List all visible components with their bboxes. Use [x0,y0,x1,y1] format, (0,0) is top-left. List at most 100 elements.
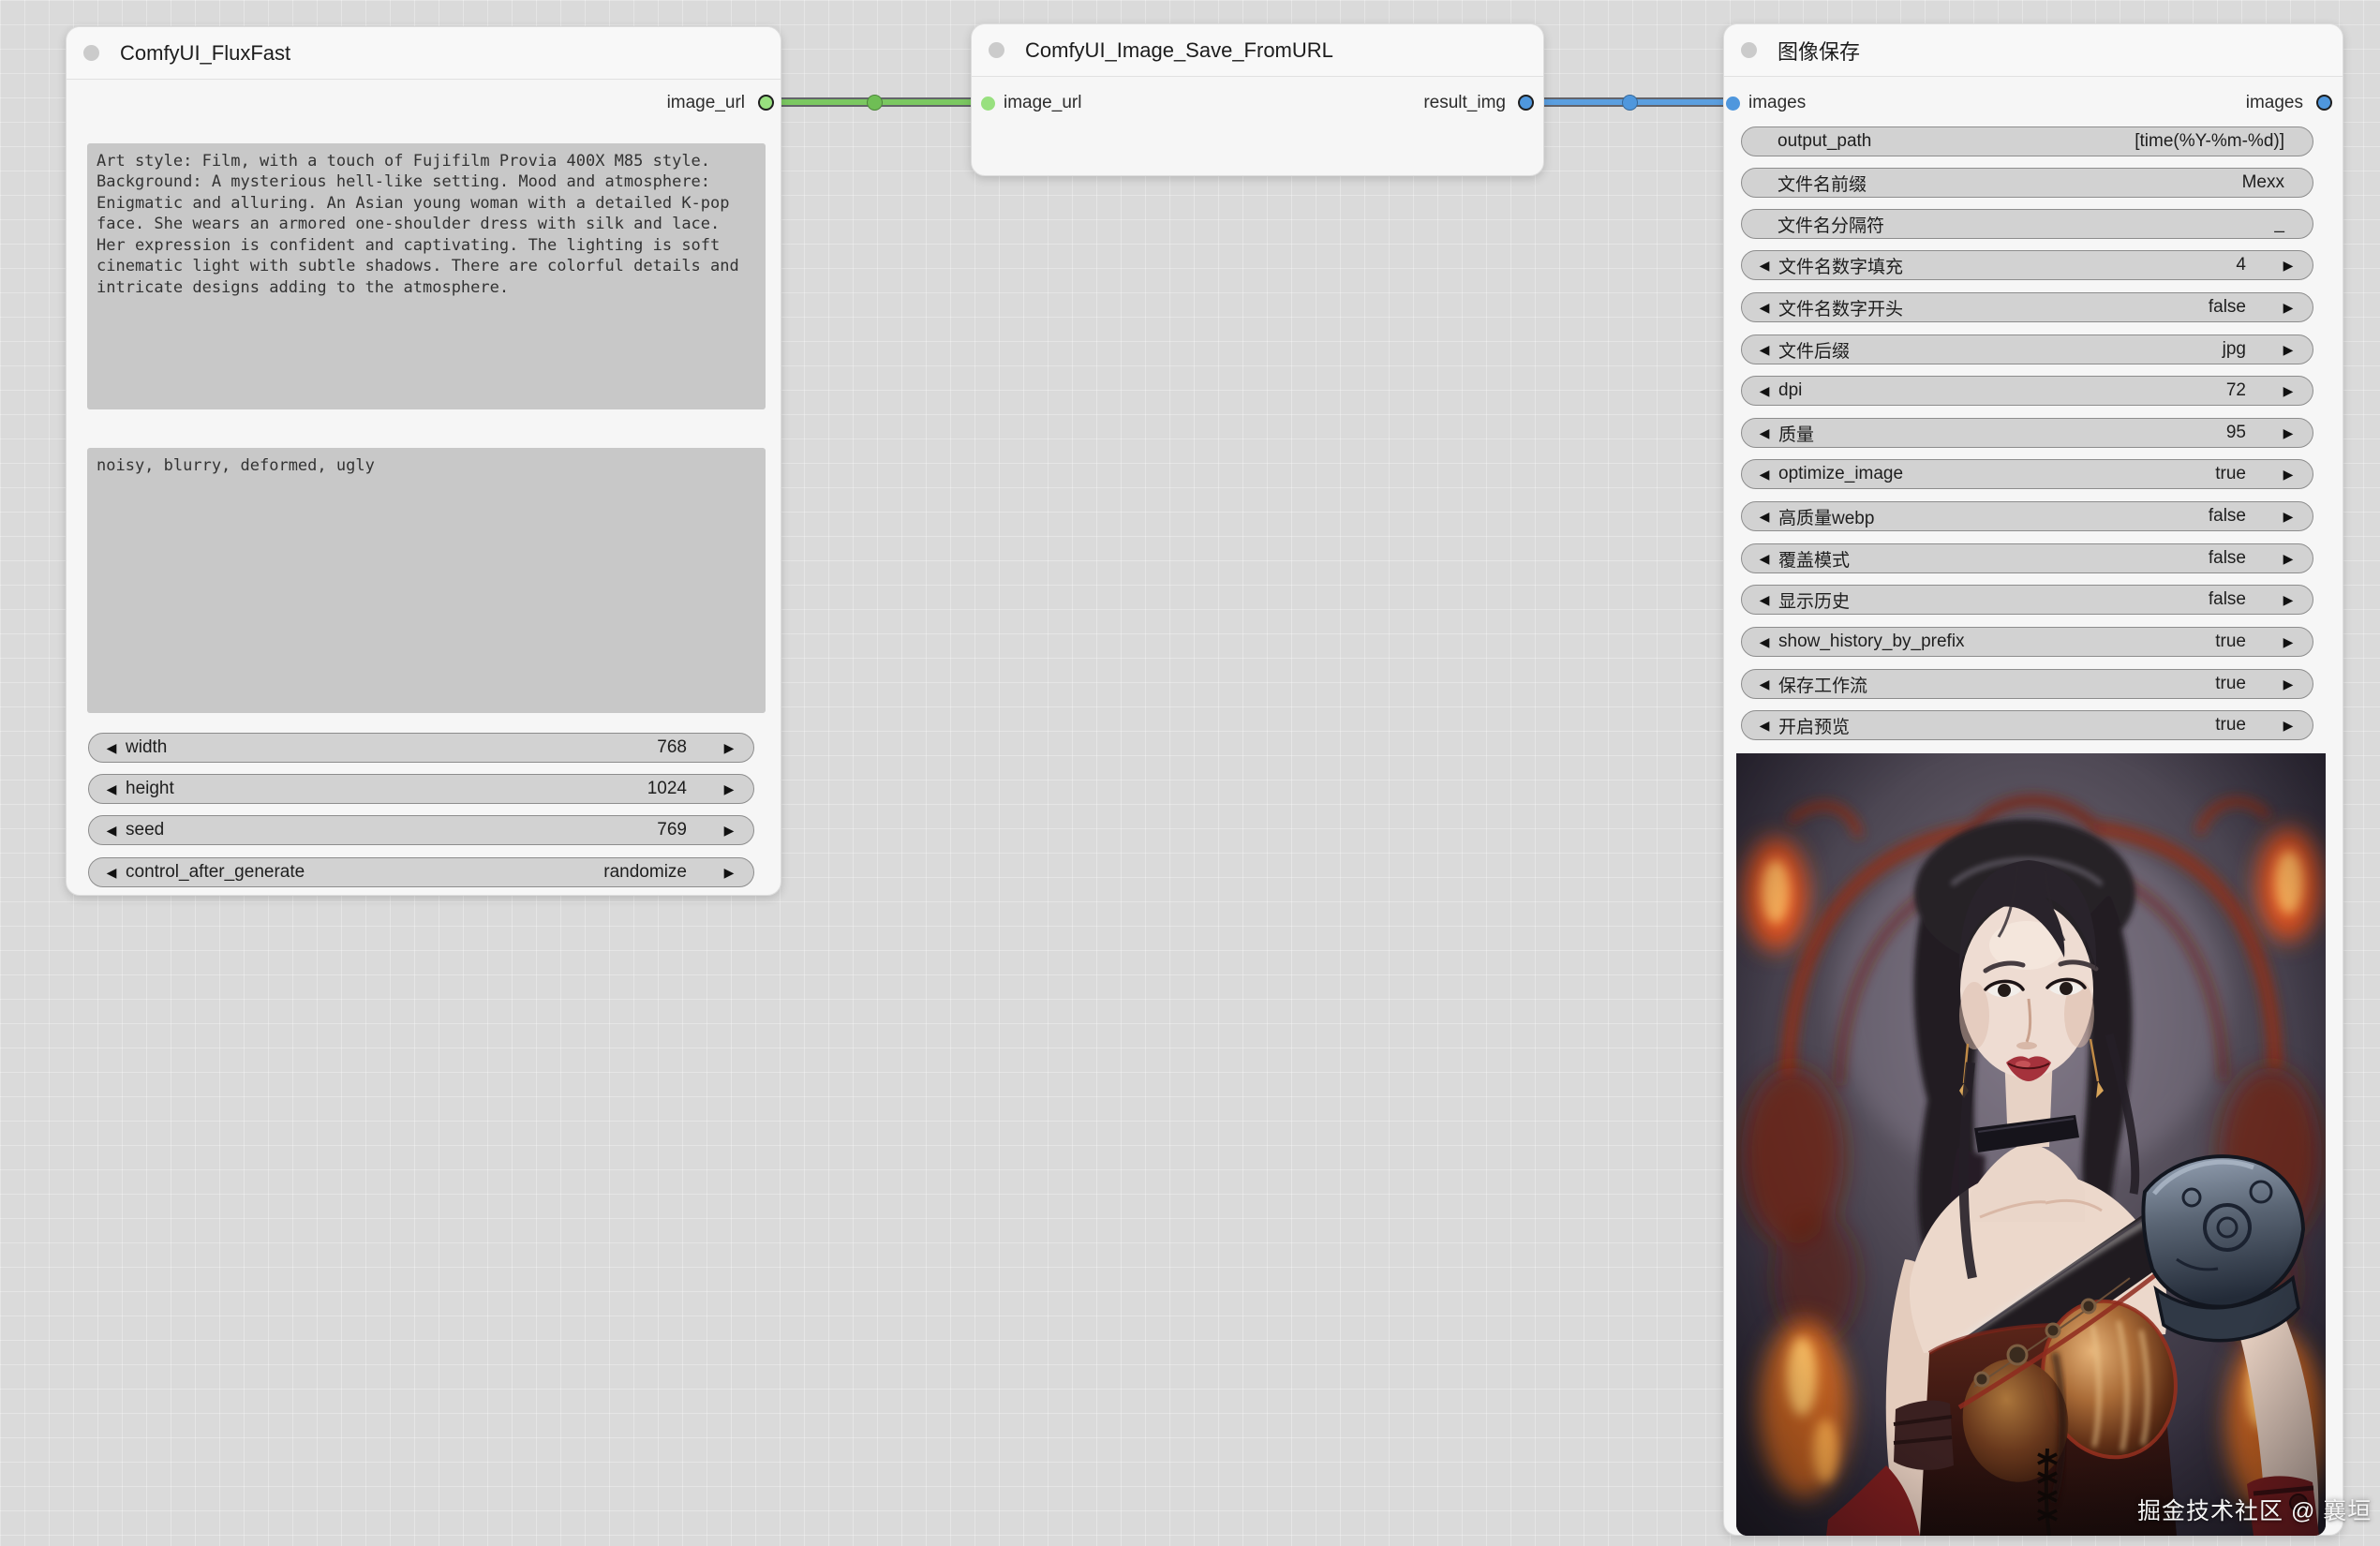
widget-number-start[interactable]: ◀ 文件名数字开头 false ▶ [1741,292,2313,322]
widget-label: output_path [1778,131,1871,152]
decrement-arrow-icon[interactable]: ◀ [101,824,122,837]
widget-value: false [2209,297,2246,318]
widget-label: 保存工作流 [1778,672,1867,697]
increment-arrow-icon[interactable]: ▶ [719,741,739,754]
decrement-arrow-icon[interactable]: ◀ [101,866,122,879]
widget-output-path[interactable]: output_path [time(%Y-%m-%d)] [1741,126,2313,156]
widget-dpi[interactable]: ◀ dpi 72 ▶ [1741,376,2313,406]
widget-number-padding[interactable]: ◀ 文件名数字填充 4 ▶ [1741,250,2313,280]
widget-label: dpi [1778,380,1802,401]
decrement-arrow-icon[interactable]: ◀ [1754,468,1775,481]
negative-prompt-textarea[interactable]: noisy, blurry, deformed, ugly [87,448,766,713]
output-port-image-url[interactable] [758,95,774,111]
decrement-arrow-icon[interactable]: ◀ [1754,719,1775,732]
link-midpoint-dot [867,95,883,111]
node-image-save-from-url: ComfyUI_Image_Save_FromURL image_url res… [971,23,1544,176]
decrement-arrow-icon[interactable]: ◀ [1754,384,1775,397]
widget-filename-prefix[interactable]: 文件名前缀 Mexx [1741,168,2313,198]
widget-quality[interactable]: ◀ 质量 95 ▶ [1741,418,2313,448]
widget-overwrite-mode[interactable]: ◀ 覆盖模式 false ▶ [1741,543,2313,573]
increment-arrow-icon[interactable]: ▶ [2278,635,2298,648]
increment-arrow-icon[interactable]: ▶ [2278,593,2298,606]
widget-label: seed [126,820,164,840]
node-flux-fast: ComfyUI_FluxFast image_url Art style: Fi… [66,26,781,896]
increment-arrow-icon[interactable]: ▶ [719,824,739,837]
collapse-dot-icon[interactable] [989,42,1004,58]
widget-label: 文件名分隔符 [1778,212,1884,237]
widget-height[interactable]: ◀ height 1024 ▶ [88,774,754,804]
widget-label: height [126,779,174,799]
output-port-result-img[interactable] [1518,95,1534,111]
widget-value: false [2209,548,2246,569]
increment-arrow-icon[interactable]: ▶ [2278,510,2298,523]
widget-label: 文件名前缀 [1778,171,1867,196]
collapse-dot-icon[interactable] [1741,42,1757,58]
widget-value: randomize [603,862,687,883]
widget-show-history[interactable]: ◀ 显示历史 false ▶ [1741,585,2313,615]
prompt-textarea[interactable]: Art style: Film, with a touch of Fujifil… [87,143,766,409]
increment-arrow-icon[interactable]: ▶ [2278,301,2298,314]
node-title-bar[interactable]: ComfyUI_FluxFast [67,27,781,80]
widget-label: 显示历史 [1778,587,1850,613]
output-port-images[interactable] [2316,95,2332,111]
watermark-text: 掘金技术社区 @ 襄垣 [2137,1493,2372,1526]
widget-show-history-by-prefix[interactable]: ◀ show_history_by_prefix true ▶ [1741,627,2313,657]
increment-arrow-icon[interactable]: ▶ [719,782,739,795]
output-label: images [2246,92,2303,114]
increment-arrow-icon[interactable]: ▶ [2278,552,2298,565]
widget-value: 72 [2226,380,2246,401]
node-title-bar[interactable]: 图像保存 [1724,24,2343,77]
widget-filename-delimiter[interactable]: 文件名分隔符 _ [1741,209,2313,239]
decrement-arrow-icon[interactable]: ◀ [1754,510,1775,523]
increment-arrow-icon[interactable]: ▶ [2278,384,2298,397]
decrement-arrow-icon[interactable]: ◀ [101,741,122,754]
widget-value: [time(%Y-%m-%d)] [2135,131,2284,152]
decrement-arrow-icon[interactable]: ◀ [1754,343,1775,356]
increment-arrow-icon[interactable]: ▶ [719,866,739,879]
node-image-save: 图像保存 images images output_path [time(%Y-… [1723,23,2343,1536]
widget-control-after-generate[interactable]: ◀ control_after_generate randomize ▶ [88,857,754,887]
workflow-canvas[interactable]: ComfyUI_FluxFast image_url Art style: Fi… [0,0,2380,1546]
widget-label: control_after_generate [126,862,305,883]
widget-value: 1024 [647,779,687,799]
widget-value: jpg [2223,339,2246,360]
widget-label: 开启预览 [1778,713,1850,738]
collapse-dot-icon[interactable] [83,45,99,61]
decrement-arrow-icon[interactable]: ◀ [1754,301,1775,314]
widget-label: 文件名数字开头 [1778,295,1903,320]
widget-enable-preview[interactable]: ◀ 开启预览 true ▶ [1741,710,2313,740]
decrement-arrow-icon[interactable]: ◀ [1754,552,1775,565]
preview-image-container [1736,753,2326,1536]
widget-optimize-image[interactable]: ◀ optimize_image true ▶ [1741,459,2313,489]
input-port-image-url[interactable] [981,97,995,111]
link-midpoint-dot [1622,95,1638,111]
decrement-arrow-icon[interactable]: ◀ [1754,426,1775,439]
widget-width[interactable]: ◀ width 768 ▶ [88,733,754,763]
decrement-arrow-icon[interactable]: ◀ [1754,259,1775,272]
node-title-bar[interactable]: ComfyUI_Image_Save_FromURL [972,24,1543,77]
widget-label: 高质量webp [1778,504,1874,529]
widget-label: 质量 [1778,421,1814,446]
decrement-arrow-icon[interactable]: ◀ [1754,635,1775,648]
widget-label: show_history_by_prefix [1778,632,1965,652]
widget-label: width [126,737,167,758]
widget-value: 4 [2236,255,2246,275]
decrement-arrow-icon[interactable]: ◀ [101,782,122,795]
increment-arrow-icon[interactable]: ▶ [2278,719,2298,732]
decrement-arrow-icon[interactable]: ◀ [1754,593,1775,606]
input-port-images[interactable] [1726,97,1740,111]
increment-arrow-icon[interactable]: ▶ [2278,468,2298,481]
widget-save-workflow[interactable]: ◀ 保存工作流 true ▶ [1741,669,2313,699]
widget-seed[interactable]: ◀ seed 769 ▶ [88,815,754,845]
input-label: image_url [1004,92,1081,114]
increment-arrow-icon[interactable]: ▶ [2278,426,2298,439]
output-label: result_img [1423,92,1506,114]
widget-value: true [2215,674,2246,694]
widget-file-extension[interactable]: ◀ 文件后缀 jpg ▶ [1741,334,2313,364]
decrement-arrow-icon[interactable]: ◀ [1754,677,1775,691]
increment-arrow-icon[interactable]: ▶ [2278,343,2298,356]
increment-arrow-icon[interactable]: ▶ [2278,677,2298,691]
increment-arrow-icon[interactable]: ▶ [2278,259,2298,272]
widget-hq-webp[interactable]: ◀ 高质量webp false ▶ [1741,501,2313,531]
node-title: ComfyUI_Image_Save_FromURL [1025,38,1333,63]
